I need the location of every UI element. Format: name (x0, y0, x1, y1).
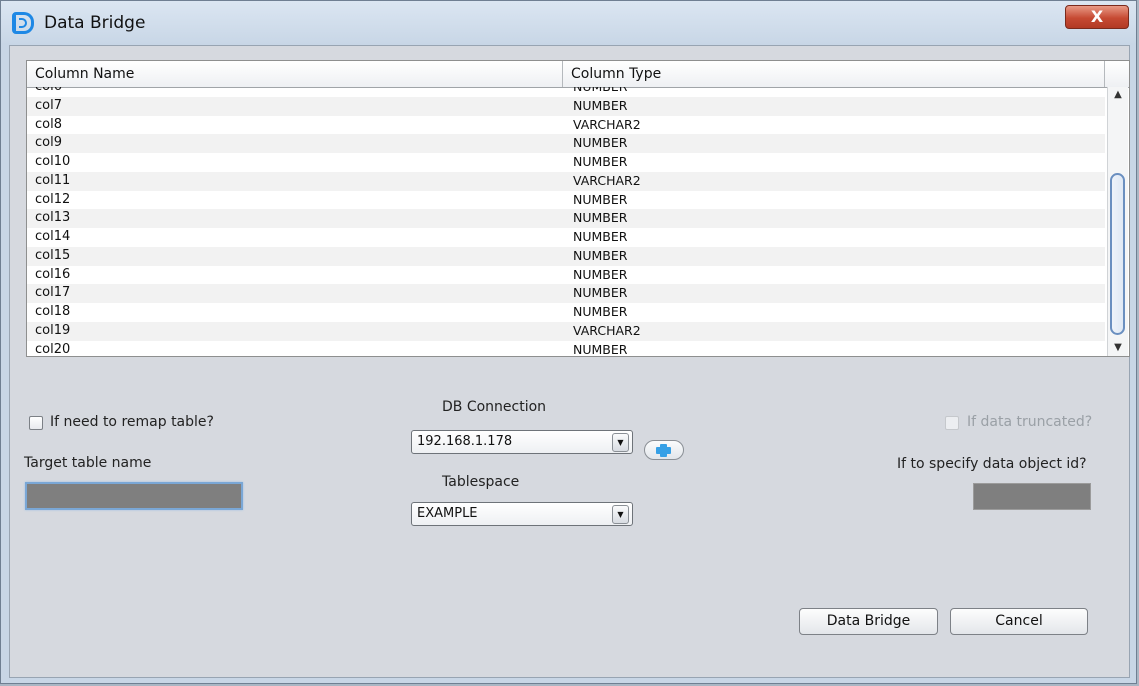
table-row[interactable]: col17 NUMBER (27, 284, 1105, 303)
tablespace-label: Tablespace (442, 474, 520, 490)
target-table-label: Target table name (24, 455, 152, 471)
table-row[interactable]: col10 NUMBER (27, 153, 1105, 172)
column-type-cell: NUMBER (573, 210, 628, 226)
column-type-cell: NUMBER (573, 97, 628, 113)
column-type-cell: NUMBER (573, 87, 627, 97)
data-bridge-dialog: Data Bridge X Column Name Column Type co… (0, 0, 1137, 684)
scrollbar-thumb[interactable] (1110, 173, 1125, 335)
column-name-cell: col16 (35, 266, 71, 282)
close-button[interactable]: X (1065, 5, 1129, 29)
remap-table-label: If need to remap table? (50, 414, 214, 430)
dialog-content: Column Name Column Type col6 NUMBER col7 NU… (9, 45, 1130, 678)
column-type-cell: NUMBER (573, 191, 628, 207)
data-truncated-label: If data truncated? (967, 414, 1093, 430)
column-type-cell: NUMBER (573, 229, 628, 244)
table-row[interactable]: col7 NUMBER (27, 96, 1105, 116)
chevron-down-icon[interactable]: ▼ (612, 433, 629, 452)
column-name-cell: col17 (35, 285, 71, 301)
data-object-id-input[interactable] (973, 483, 1091, 510)
table-row[interactable]: col6 NUMBER (27, 87, 1105, 97)
db-connection-select[interactable]: 192.168.1.178 ▼ (411, 430, 633, 454)
data-object-id-label: If to specify data object id? (897, 456, 1087, 472)
chevron-down-icon[interactable]: ▼ (612, 505, 629, 524)
column-type-cell: NUMBER (573, 266, 628, 282)
column-type-cell: VARCHAR2 (573, 322, 641, 338)
column-type-cell: VARCHAR2 (573, 172, 641, 188)
column-name-cell: col20 (35, 341, 71, 357)
tablespace-value: EXAMPLE (417, 506, 478, 521)
column-type-cell: NUMBER (573, 154, 628, 169)
data-bridge-button[interactable]: Data Bridge (799, 608, 938, 635)
app-icon (12, 12, 34, 34)
table-row[interactable]: col8 VARCHAR2 (27, 116, 1105, 135)
column-name-cell: col6 (35, 87, 62, 97)
column-type-cell: NUMBER (573, 247, 628, 263)
table-row[interactable]: col14 NUMBER (27, 228, 1105, 247)
title-bar[interactable]: Data Bridge X (1, 1, 1136, 45)
column-type-header[interactable]: Column Type (563, 61, 1105, 87)
table-row[interactable]: col18 NUMBER (27, 303, 1105, 322)
remap-table-checkbox[interactable] (29, 416, 43, 430)
column-type-cell: NUMBER (573, 135, 628, 151)
column-name-cell: col9 (35, 135, 62, 151)
columns-table: Column Name Column Type col6 NUMBER col7 NU… (26, 60, 1130, 357)
db-connection-value: 192.168.1.178 (417, 434, 513, 449)
data-truncated-checkbox[interactable] (945, 416, 959, 430)
add-connection-button[interactable] (644, 440, 684, 460)
target-table-input[interactable] (25, 482, 243, 510)
table-body: col6 NUMBER col7 NUMBER col8 VARCHAR2 col9 NUMB… (27, 87, 1105, 357)
column-name-cell: col14 (35, 229, 71, 244)
column-name-cell: col10 (35, 154, 71, 169)
column-type-cell: VARCHAR2 (573, 116, 641, 132)
column-name-cell: col11 (35, 172, 71, 188)
table-row[interactable]: col13 NUMBER (27, 209, 1105, 228)
arrow-down-icon[interactable]: ▼ (1108, 340, 1128, 356)
vertical-scrollbar[interactable]: ▲ ▼ (1107, 87, 1128, 356)
column-name-cell: col19 (35, 322, 71, 338)
table-row[interactable]: col12 NUMBER (27, 191, 1105, 210)
table-row[interactable]: col16 NUMBER (27, 266, 1105, 285)
table-row[interactable]: col15 NUMBER (27, 246, 1105, 266)
column-name-header[interactable]: Column Name (27, 61, 563, 87)
column-type-cell: NUMBER (573, 304, 628, 319)
table-row[interactable]: col20 NUMBER (27, 341, 1105, 357)
arrow-up-icon[interactable]: ▲ (1108, 87, 1128, 103)
column-type-cell: NUMBER (573, 285, 628, 301)
table-row[interactable]: col19 VARCHAR2 (27, 321, 1105, 341)
column-name-cell: col7 (35, 97, 62, 113)
tablespace-select[interactable]: EXAMPLE ▼ (411, 502, 633, 526)
column-name-cell: col18 (35, 304, 71, 319)
table-row[interactable]: col9 NUMBER (27, 134, 1105, 153)
column-name-cell: col15 (35, 247, 71, 263)
db-connection-label: DB Connection (442, 399, 547, 415)
table-rows: col6 NUMBER col7 NUMBER col8 VARCHAR2 col9 NUMB… (27, 87, 1105, 357)
column-name-cell: col13 (35, 210, 71, 226)
column-type-cell: NUMBER (573, 341, 628, 357)
cancel-button[interactable]: Cancel (950, 608, 1088, 635)
column-name-cell: col8 (35, 116, 62, 132)
table-header: Column Name Column Type (27, 61, 1129, 88)
window-title: Data Bridge (44, 13, 146, 33)
header-corner (1105, 61, 1129, 87)
column-name-cell: col12 (35, 191, 71, 207)
table-row[interactable]: col11 VARCHAR2 (27, 171, 1105, 191)
